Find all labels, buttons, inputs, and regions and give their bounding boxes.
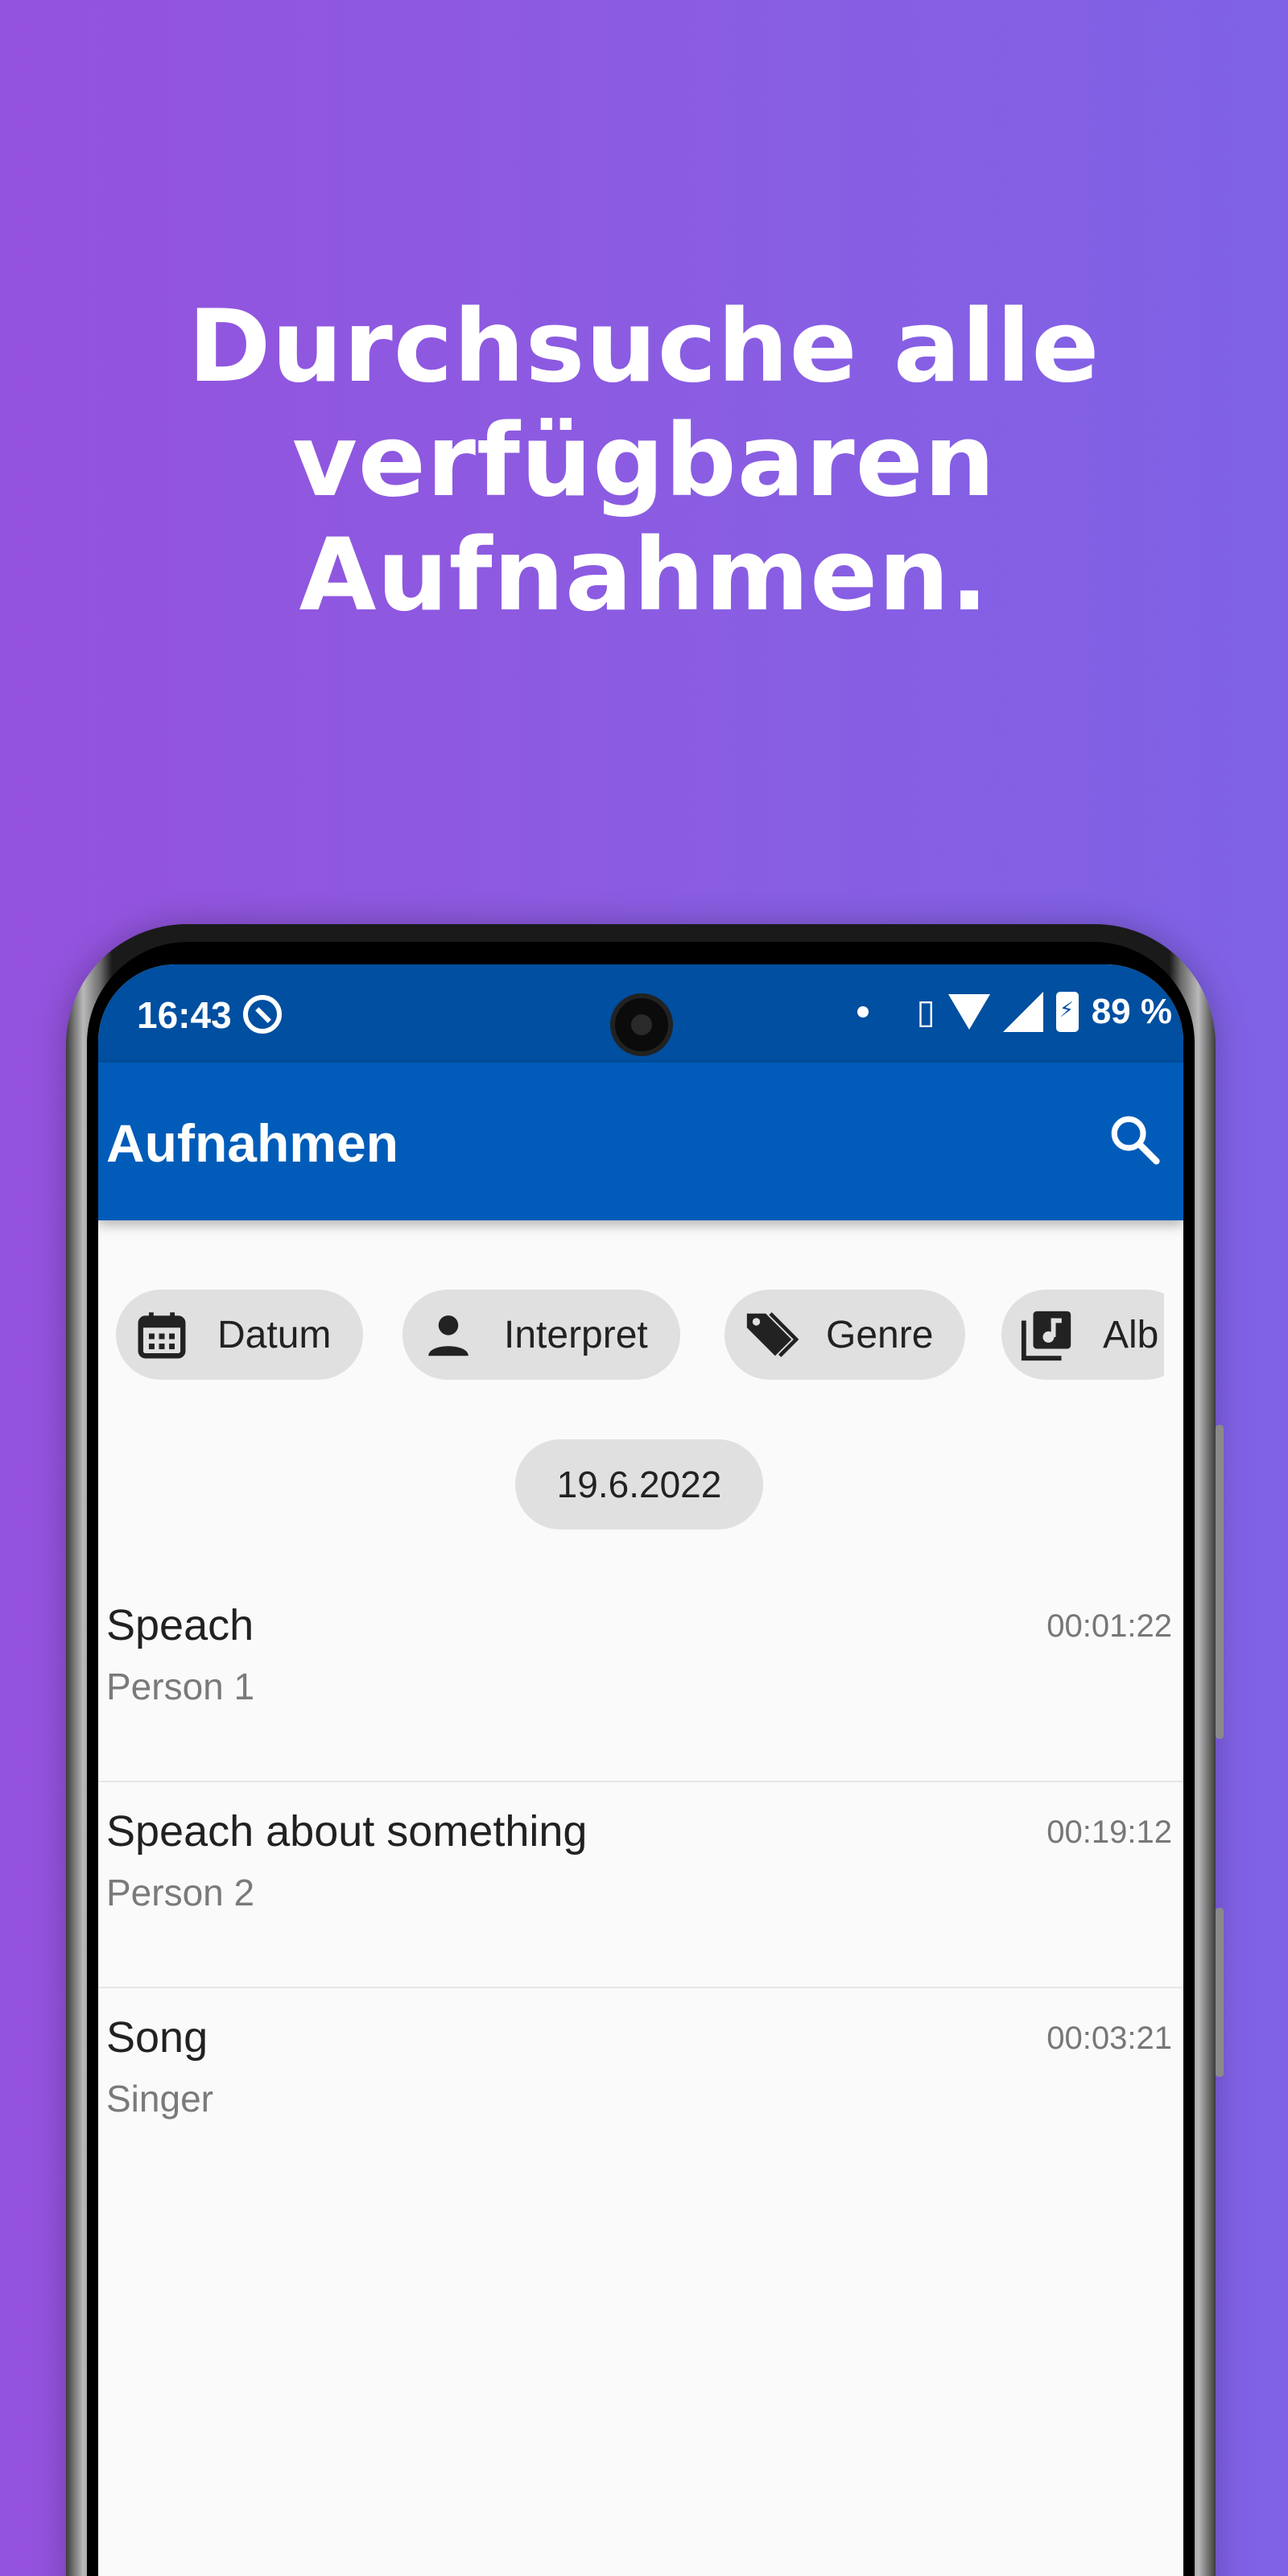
person-icon: [428, 1315, 469, 1356]
status-time: 16:43: [137, 994, 232, 1036]
cell-signal-icon: [1002, 992, 1043, 1032]
filter-chips: Datum Interpret Genre Alb: [116, 1290, 1164, 1380]
phone-screen: 16:43 ▯ 89 % Aufnahmen: [98, 964, 1183, 2576]
search-icon[interactable]: [1108, 1113, 1161, 1166]
list-item[interactable]: Speach about something Person 2 00:19:12: [98, 1782, 1183, 1988]
front-camera: [610, 993, 673, 1056]
list-item[interactable]: Song Singer 00:03:21: [98, 1988, 1183, 2194]
list-item[interactable]: Speach Person 1 00:01:22: [98, 1576, 1183, 1782]
recording-duration: 00:01:22: [1046, 1608, 1172, 1644]
recording-artist: Singer: [106, 2078, 213, 2120]
power-button: [1216, 1908, 1224, 2077]
recordings-list: Speach Person 1 00:01:22 Speach about so…: [98, 1576, 1183, 2194]
notification-dot-icon: [857, 1006, 869, 1018]
recording-title: Speach about something: [106, 1807, 588, 1856]
recording-title: Speach: [106, 1601, 254, 1649]
wifi-icon: [947, 994, 990, 1030]
headline-line-3: Aufnahmen.: [299, 518, 989, 634]
recording-title: Song: [106, 2013, 208, 2062]
filter-chip-label: Interpret: [504, 1313, 648, 1356]
page-title: Aufnahmen: [106, 1113, 398, 1173]
calendar-icon: [138, 1312, 186, 1359]
recording-artist: Person 2: [106, 1872, 255, 1913]
filter-chip-date[interactable]: Datum: [116, 1290, 364, 1380]
filter-chip-label: Alb: [1103, 1313, 1159, 1356]
status-bar: 16:43 ▯ 89 %: [98, 964, 1183, 1063]
filter-chip-label: Datum: [217, 1313, 332, 1356]
recording-artist: Person 1: [106, 1666, 255, 1707]
status-icons: ▯ 89 %: [857, 992, 1172, 1032]
battery-level: 89 %: [1091, 992, 1172, 1031]
vibrate-icon: ▯: [916, 993, 935, 1030]
tag-icon: [746, 1312, 799, 1357]
filter-chip-genre[interactable]: Genre: [724, 1290, 966, 1380]
data-saver-icon: [243, 995, 282, 1034]
recording-duration: 00:03:21: [1046, 2021, 1172, 2056]
date-header: 19.6.2022: [515, 1439, 763, 1530]
recording-duration: 00:19:12: [1046, 1814, 1172, 1850]
headline-line-1: Durchsuche alle: [188, 289, 1100, 405]
filter-chip-album[interactable]: Alb: [1001, 1290, 1164, 1380]
music-library-icon: [1021, 1311, 1071, 1361]
app-bar: Aufnahmen: [98, 1063, 1183, 1220]
filter-chip-artist[interactable]: Interpret: [402, 1290, 680, 1380]
battery-icon: [1055, 992, 1079, 1032]
filter-chip-label: Genre: [826, 1313, 934, 1356]
promo-headline: Durchsuche alle verfügbaren Aufnahmen.: [0, 290, 1288, 633]
headline-line-2: verfügbaren: [291, 403, 997, 519]
volume-button: [1216, 1425, 1224, 1739]
